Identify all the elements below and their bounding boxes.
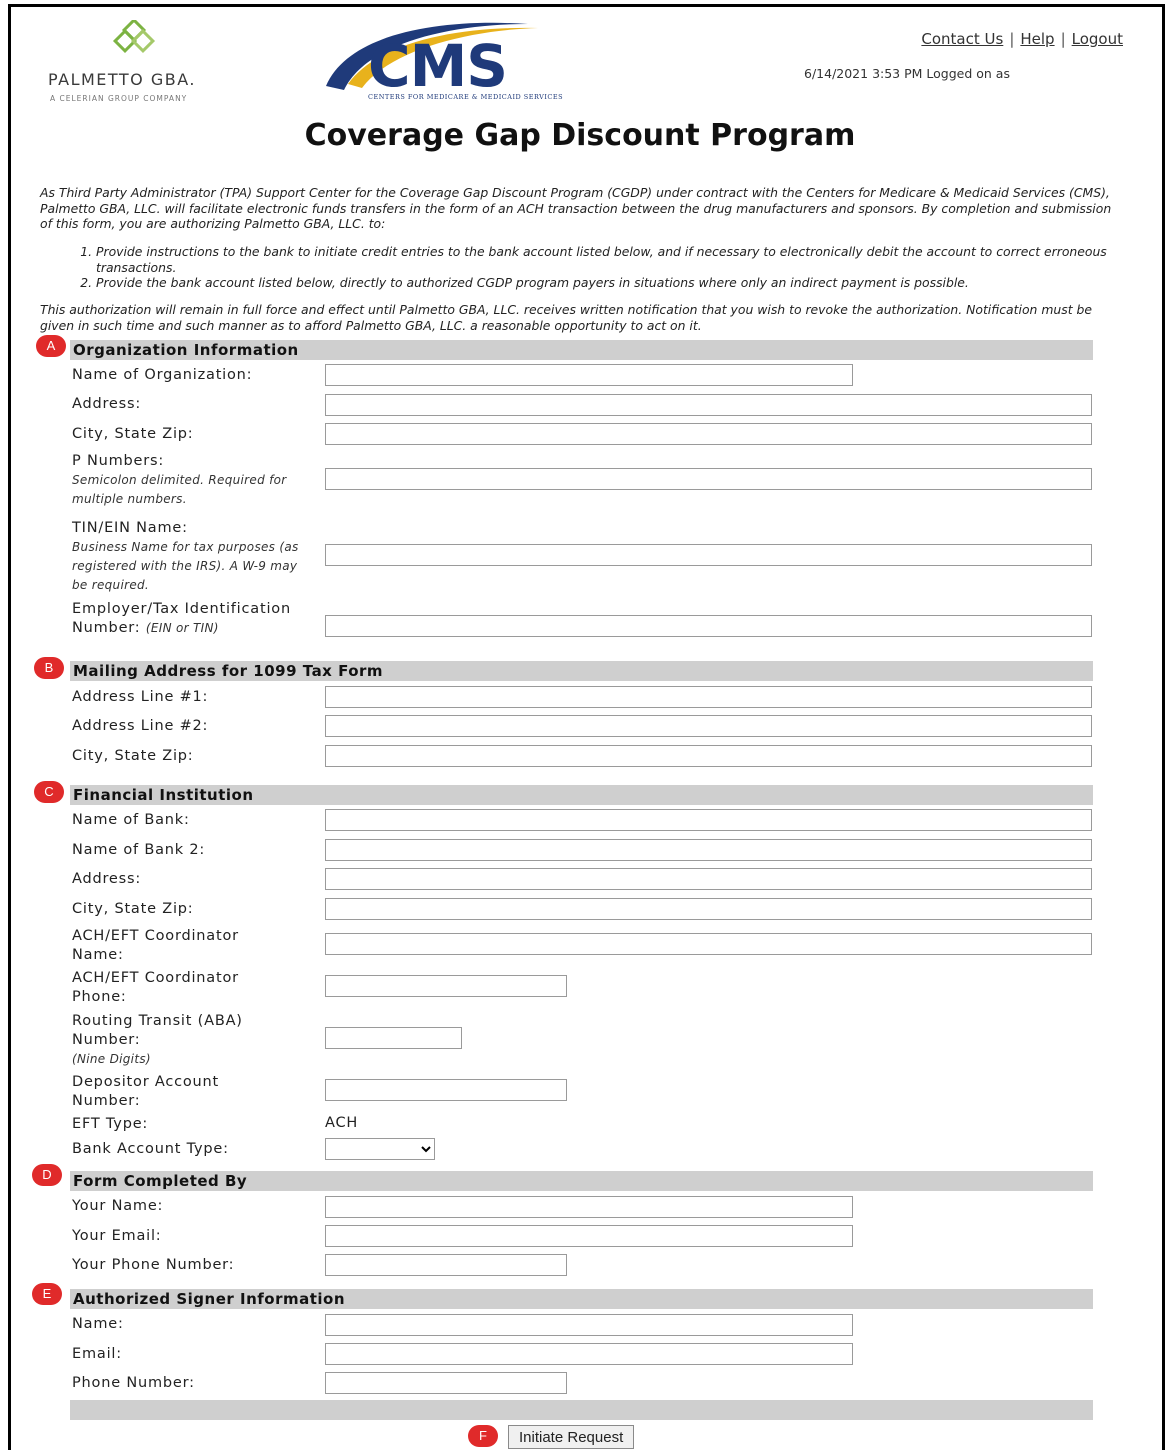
section-badge-e: E — [32, 1283, 62, 1305]
coordinator-phone-input[interactable] — [325, 975, 567, 997]
mail-line1-label: Address Line #1: — [72, 689, 209, 705]
contact-us-link[interactable]: Contact Us — [921, 30, 1003, 48]
intro-paragraph: As Third Party Administrator (TPA) Suppo… — [40, 185, 1112, 231]
tin-name-label-group: TIN/EIN Name: Business Name for tax purp… — [72, 519, 317, 595]
mail-line1-input[interactable] — [325, 686, 1092, 708]
ein-input[interactable] — [325, 615, 1092, 637]
p-numbers-hint: Semicolon delimited. Required for multip… — [72, 473, 287, 506]
signer-name-label: Name: — [72, 1316, 124, 1332]
section-badge-a: A — [36, 335, 66, 357]
bank-city-input[interactable] — [325, 898, 1092, 920]
palmetto-gba-logo: PALMETTO GBA. A CELERIAN GROUP COMPANY — [44, 20, 244, 110]
page: PALMETTO GBA. A CELERIAN GROUP COMPANY C… — [0, 0, 1169, 1450]
org-address-label: Address: — [72, 396, 142, 412]
mail-city-input[interactable] — [325, 745, 1092, 767]
account-type-label: Bank Account Type: — [72, 1141, 229, 1157]
your-name-label: Your Name: — [72, 1198, 164, 1214]
coordinator-name-label: ACH/EFT Coordinator Name: — [72, 928, 239, 963]
signer-name-input[interactable] — [325, 1314, 853, 1336]
page-title: Coverage Gap Discount Program — [304, 118, 856, 153]
bank-name-label: Name of Bank: — [72, 812, 190, 828]
section-badge-b: B — [34, 657, 64, 679]
list-item: Provide instructions to the bank to init… — [96, 244, 1125, 275]
ein-hint: (EIN or TIN) — [145, 621, 219, 635]
section-header-financial-institution: Financial Institution — [70, 785, 1093, 805]
routing-label: Routing Transit (ABA) Number: — [72, 1013, 243, 1048]
routing-hint: (Nine Digits) — [72, 1052, 151, 1066]
section-header-mailing-address: Mailing Address for 1099 Tax Form — [70, 661, 1093, 681]
bank-name-input[interactable] — [325, 809, 1092, 831]
your-name-input[interactable] — [325, 1196, 853, 1218]
list-item: Provide the bank account listed below, d… — [96, 275, 1125, 291]
account-number-label: Depositor Account Number: — [72, 1074, 220, 1109]
your-email-label: Your Email: — [72, 1228, 162, 1244]
authorization-list: Provide instructions to the bank to init… — [40, 244, 1125, 291]
mail-line2-input[interactable] — [325, 715, 1092, 737]
org-city-input[interactable] — [325, 423, 1092, 445]
bank-name2-input[interactable] — [325, 839, 1092, 861]
eft-type-label: EFT Type: — [72, 1116, 149, 1132]
top-links: Contact Us | Help | Logout — [921, 30, 1123, 48]
section-badge-f: F — [468, 1425, 498, 1447]
cms-wordmark: CMS — [368, 32, 508, 100]
signer-phone-label: Phone Number: — [72, 1375, 195, 1391]
section-header-authorized-signer: Authorized Signer Information — [70, 1289, 1093, 1309]
tin-name-hint: Business Name for tax purposes (as regis… — [72, 540, 299, 592]
org-name-label: Name of Organization: — [72, 367, 253, 383]
org-city-label: City, State Zip: — [72, 426, 194, 442]
signer-email-label: Email: — [72, 1346, 122, 1362]
p-numbers-input[interactable] — [325, 468, 1092, 490]
coordinator-name-input[interactable] — [325, 933, 1092, 955]
ein-label-group: Employer/Tax Identification Number: (EIN… — [72, 600, 324, 638]
your-phone-label: Your Phone Number: — [72, 1257, 235, 1273]
signer-email-input[interactable] — [325, 1343, 853, 1365]
eft-type-value: ACH — [325, 1115, 359, 1131]
org-name-input[interactable] — [325, 364, 853, 386]
p-numbers-label-group: P Numbers: Semicolon delimited. Required… — [72, 452, 322, 509]
link-separator: | — [1060, 30, 1066, 48]
account-number-input[interactable] — [325, 1079, 567, 1101]
intro-list-container: Provide instructions to the bank to init… — [40, 244, 1125, 291]
section-header-organization: Organization Information — [70, 340, 1093, 360]
tin-name-label: TIN/EIN Name: — [72, 520, 188, 536]
account-type-select[interactable] — [325, 1138, 435, 1160]
initiate-request-button[interactable]: Initiate Request — [508, 1425, 635, 1449]
org-address-input[interactable] — [325, 394, 1092, 416]
routing-number-input[interactable] — [325, 1027, 462, 1049]
help-link[interactable]: Help — [1020, 30, 1054, 48]
routing-label-group: Routing Transit (ABA) Number: (Nine Digi… — [72, 1012, 287, 1069]
tin-name-input[interactable] — [325, 544, 1092, 566]
coordinator-phone-label: ACH/EFT Coordinator Phone: — [72, 970, 239, 1005]
your-phone-input[interactable] — [325, 1254, 567, 1276]
bank-name2-label: Name of Bank 2: — [72, 842, 206, 858]
bank-address-input[interactable] — [325, 868, 1092, 890]
mail-line2-label: Address Line #2: — [72, 718, 209, 734]
p-numbers-label: P Numbers: — [72, 453, 165, 469]
logout-link[interactable]: Logout — [1072, 30, 1123, 48]
link-separator: | — [1009, 30, 1015, 48]
cms-logo: CMS CENTERS FOR MEDICARE & MEDICAID SERV… — [318, 14, 608, 106]
section-badge-d: D — [32, 1164, 62, 1186]
palmetto-gba-tagline: A CELERIAN GROUP COMPANY — [50, 94, 188, 103]
signer-phone-input[interactable] — [325, 1372, 567, 1394]
authorization-paragraph: This authorization will remain in full f… — [40, 302, 1092, 333]
logged-on-status: 6/14/2021 3:53 PM Logged on as — [804, 66, 1010, 81]
section-badge-c: C — [34, 781, 64, 803]
bank-address-label: Address: — [72, 871, 142, 887]
footer-bar — [70, 1400, 1093, 1420]
palmetto-leaf-icon — [112, 20, 156, 54]
bank-city-label: City, State Zip: — [72, 901, 194, 917]
palmetto-gba-name: PALMETTO GBA. — [48, 70, 196, 89]
mail-city-label: City, State Zip: — [72, 748, 194, 764]
your-email-input[interactable] — [325, 1225, 853, 1247]
section-header-form-completed-by: Form Completed By — [70, 1171, 1093, 1191]
cms-subtitle: CENTERS FOR MEDICARE & MEDICAID SERVICES — [368, 93, 564, 101]
